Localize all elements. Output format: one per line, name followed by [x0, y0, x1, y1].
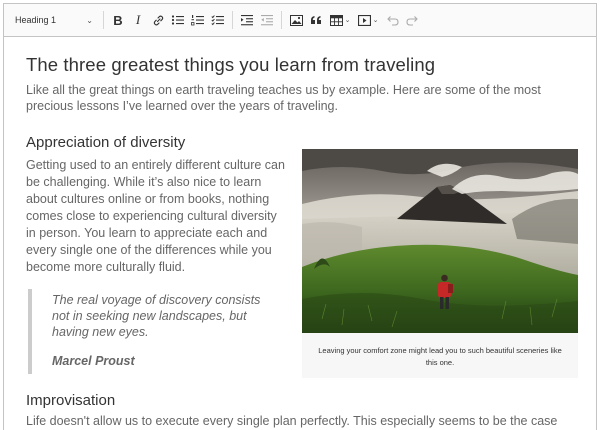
numbered-list-icon	[191, 15, 204, 26]
undo-icon	[386, 15, 399, 26]
todo-list-button[interactable]	[209, 9, 227, 31]
chevron-down-icon: ⌄	[86, 15, 93, 25]
table-icon	[329, 14, 343, 26]
media-icon	[357, 14, 371, 26]
bulleted-list-icon	[171, 15, 184, 25]
block-quote-button[interactable]	[307, 9, 325, 31]
section-paragraph: Life doesn't allow us to execute every s…	[26, 414, 558, 428]
todo-list-icon	[211, 15, 224, 26]
undo-button[interactable]	[383, 9, 401, 31]
numbered-list-button[interactable]	[189, 9, 207, 31]
outdent-icon	[261, 15, 273, 26]
indent-icon	[241, 15, 253, 26]
section-heading: Appreciation of diversity	[26, 134, 186, 151]
heading-dropdown[interactable]: Heading 1 ⌄	[9, 9, 99, 31]
redo-icon	[405, 15, 418, 26]
toolbar-separator	[232, 11, 233, 29]
article-title: The three greatest things you learn from…	[26, 54, 436, 75]
quote-icon	[311, 16, 321, 24]
italic-icon: I	[135, 12, 141, 27]
rich-text-editor: Heading 1 ⌄ B I ⌄ ⌄ The three greatest t…	[3, 3, 597, 430]
image-caption: Leaving your comfort zone might lead you…	[318, 346, 562, 367]
insert-image-button[interactable]	[287, 9, 305, 31]
chevron-down-icon: ⌄	[344, 17, 351, 24]
article-intro: Like all the great things on earth trave…	[26, 83, 541, 113]
quote-text: The real voyage of discovery consists no…	[52, 293, 261, 339]
toolbar-separator	[103, 11, 104, 29]
bold-icon: B	[113, 12, 123, 28]
landscape-photo	[302, 149, 578, 333]
toolbar-separator	[281, 11, 282, 29]
image-icon	[289, 14, 303, 26]
heading-dropdown-label: Heading 1	[15, 15, 57, 25]
editor-content[interactable]: The three greatest things you learn from…	[4, 54, 596, 114]
quote-author: Marcel Proust	[52, 354, 135, 368]
italic-button[interactable]: I	[129, 9, 147, 31]
section-paragraph: Getting used to an entirely different cu…	[26, 158, 285, 274]
outdent-button[interactable]	[258, 9, 276, 31]
section-heading: Improvisation	[26, 392, 116, 409]
redo-button[interactable]	[403, 9, 421, 31]
bold-button[interactable]: B	[109, 9, 127, 31]
insert-media-button[interactable]: ⌄	[355, 9, 381, 31]
link-button[interactable]	[149, 9, 167, 31]
indent-button[interactable]	[238, 9, 256, 31]
chevron-down-icon: ⌄	[372, 17, 379, 24]
block-quote: The real voyage of discovery consists no…	[28, 289, 276, 374]
insert-table-button[interactable]: ⌄	[327, 9, 353, 31]
image-figure[interactable]: Leaving your comfort zone might lead you…	[302, 149, 578, 378]
bulleted-list-button[interactable]	[169, 9, 187, 31]
editor-toolbar: Heading 1 ⌄ B I ⌄ ⌄	[4, 4, 596, 37]
link-icon	[153, 15, 163, 25]
